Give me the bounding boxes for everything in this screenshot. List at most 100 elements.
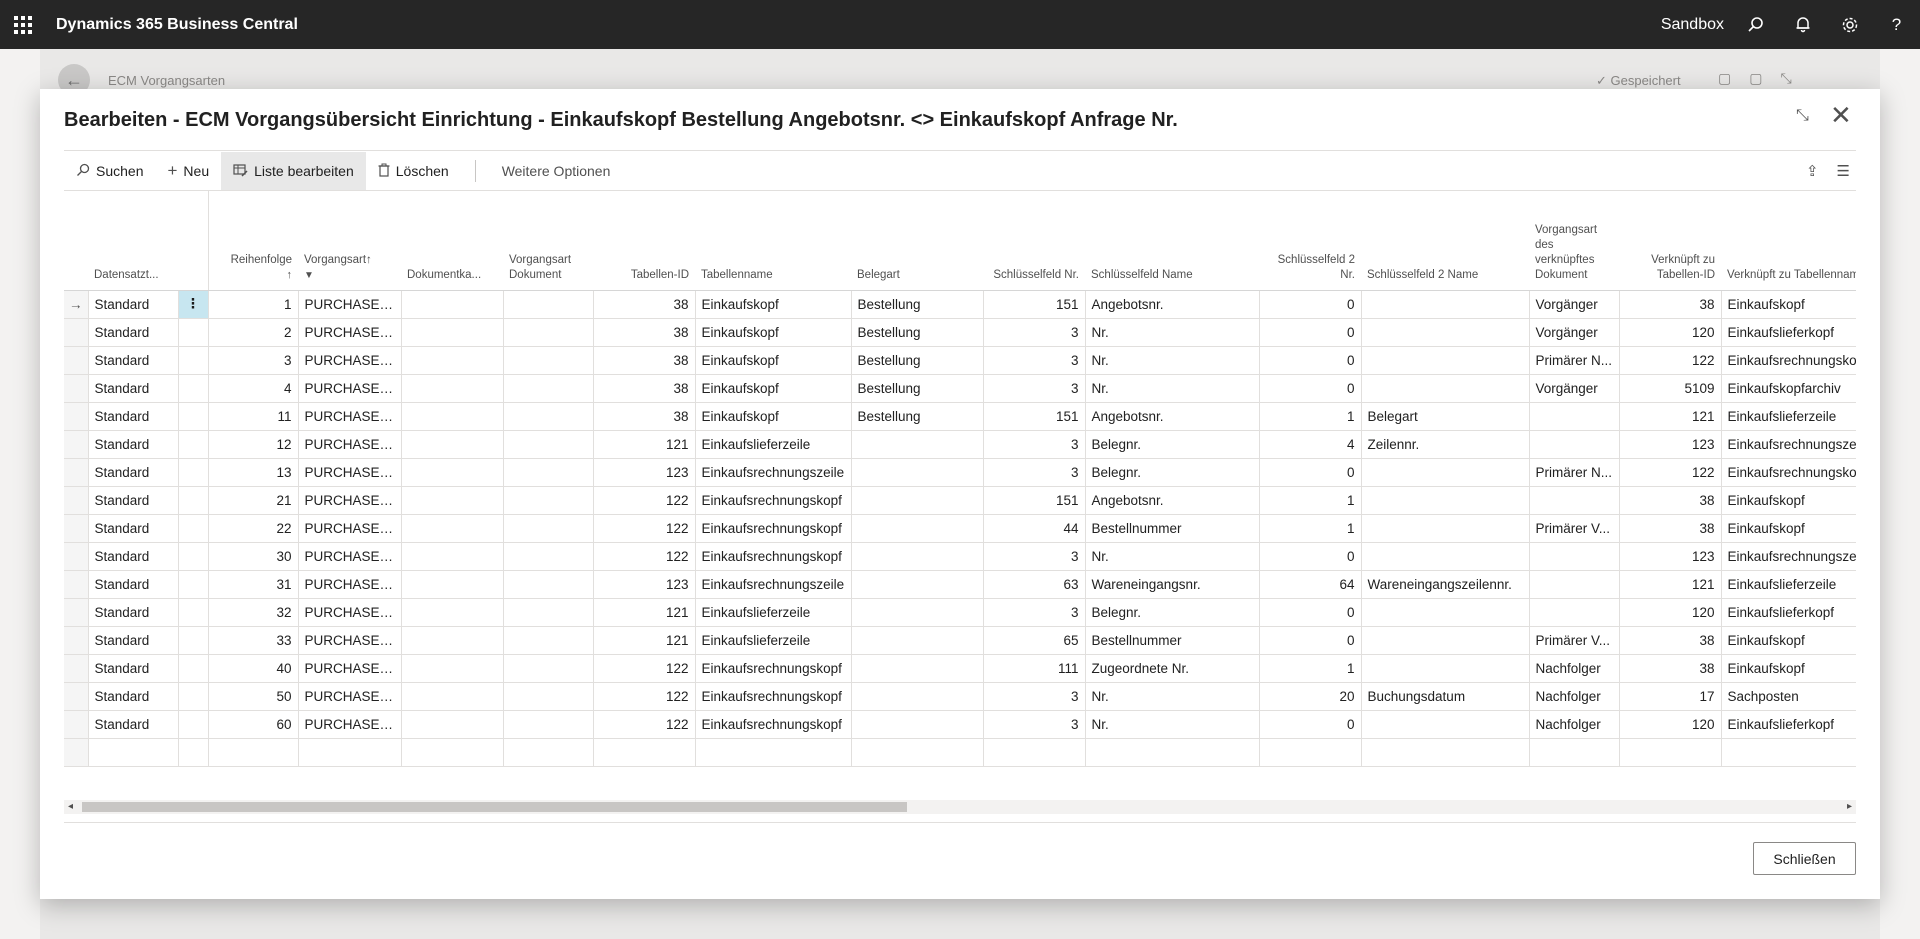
- cell-belegart[interactable]: Bestellung: [851, 290, 984, 319]
- list-view-icon[interactable]: ☰: [1837, 162, 1850, 180]
- cell-dokumentkategorie[interactable]: [401, 514, 504, 543]
- app-launcher-icon[interactable]: [0, 0, 46, 49]
- cell-vorgangsart-verknuepft[interactable]: Primärer V...: [1529, 626, 1620, 655]
- cell-verknuepft-tabellenname[interactable]: Einkaufskopf: [1721, 514, 1856, 543]
- cell-vorgangsart-dokument[interactable]: [503, 682, 594, 711]
- cell-schluesselfeld2-name[interactable]: [1361, 598, 1530, 627]
- cell-schluesselfeld2-name[interactable]: Belegart: [1361, 402, 1530, 431]
- cell-belegart[interactable]: Bestellung: [851, 374, 984, 403]
- col-header-vorgangsart-dokument[interactable]: Vorgangsart Dokument: [503, 191, 593, 291]
- cell-vorgangsart-verknuepft[interactable]: [1529, 430, 1620, 459]
- col-header-vorgangsart-verknuepft[interactable]: Vorgangsart des verknüpftes Dokument: [1529, 191, 1619, 291]
- cell-vorgangsart-dokument[interactable]: [503, 514, 594, 543]
- cell-vorgangsart-dokument[interactable]: [503, 458, 594, 487]
- col-header-vorgangsart[interactable]: Vorgangsart↑ ▼: [298, 191, 401, 291]
- cell-schluesselfeld2-nr[interactable]: 0: [1259, 318, 1362, 347]
- cell-vorgangsart-verknuepft[interactable]: Nachfolger: [1529, 682, 1620, 711]
- row-selector[interactable]: [64, 402, 89, 431]
- cell-schluesselfeld2-name[interactable]: [1361, 542, 1530, 571]
- col-header-schluesselfeld2-name[interactable]: Schlüsselfeld 2 Name: [1361, 191, 1529, 291]
- cell-row-menu[interactable]: [178, 346, 209, 375]
- cell-vorgangsart[interactable]: PURCHASE I...: [298, 402, 402, 431]
- cell-schluesselfeld2-nr[interactable]: 0: [1259, 710, 1362, 739]
- cell-belegart[interactable]: [851, 486, 984, 515]
- cell-vorgangsart-dokument[interactable]: [503, 570, 594, 599]
- cell-schluesselfeld-nr[interactable]: 3: [983, 598, 1086, 627]
- table-row[interactable]: Standard 40 PURCHASE I... 122 Einkaufsrechnu…: [64, 654, 1856, 683]
- cell-belegart[interactable]: [851, 654, 984, 683]
- cell-tabellen-id[interactable]: 38: [593, 318, 696, 347]
- cell-verknuepft-tabellen-id[interactable]: 38: [1619, 514, 1722, 543]
- cell-vorgangsart[interactable]: PURCHASE I...: [298, 430, 402, 459]
- cell-reihenfolge[interactable]: 11: [208, 402, 299, 431]
- table-row[interactable]: Standard 2 PURCHASE I... 38 Einkaufskopf Best…: [64, 318, 1856, 347]
- cell-tabellenname[interactable]: Einkaufskopf: [695, 374, 852, 403]
- cell-dokumentkategorie[interactable]: [401, 402, 504, 431]
- cell-datensatztyp[interactable]: Standard: [88, 598, 179, 627]
- cell-belegart[interactable]: [851, 430, 984, 459]
- row-selector[interactable]: [64, 626, 89, 655]
- col-header-belegart[interactable]: Belegart: [851, 191, 983, 291]
- cell-reihenfolge[interactable]: 33: [208, 626, 299, 655]
- cell-verknuepft-tabellen-id[interactable]: 38: [1619, 486, 1722, 515]
- cell-schluesselfeld-nr[interactable]: 3: [983, 374, 1086, 403]
- cell-schluesselfeld-name[interactable]: Bestellnummer: [1085, 626, 1260, 655]
- cell-schluesselfeld-name[interactable]: Nr.: [1085, 346, 1260, 375]
- new-entry-row[interactable]: [64, 738, 1856, 767]
- cell-datensatztyp[interactable]: Standard: [88, 710, 179, 739]
- empty-cell[interactable]: [983, 738, 1086, 767]
- cell-verknuepft-tabellen-id[interactable]: 121: [1619, 570, 1722, 599]
- cell-schluesselfeld2-name[interactable]: [1361, 486, 1530, 515]
- cell-schluesselfeld-name[interactable]: Wareneingangsnr.: [1085, 570, 1260, 599]
- cell-schluesselfeld2-nr[interactable]: 0: [1259, 542, 1362, 571]
- cell-schluesselfeld2-name[interactable]: [1361, 654, 1530, 683]
- cell-vorgangsart-dokument[interactable]: [503, 346, 594, 375]
- cell-tabellen-id[interactable]: 121: [593, 626, 696, 655]
- cell-schluesselfeld2-nr[interactable]: 1: [1259, 402, 1362, 431]
- cell-schluesselfeld2-name[interactable]: [1361, 318, 1530, 347]
- cell-reihenfolge[interactable]: 2: [208, 318, 299, 347]
- row-selector[interactable]: [64, 570, 89, 599]
- search-button[interactable]: Suchen: [64, 152, 155, 190]
- cell-schluesselfeld-nr[interactable]: 44: [983, 514, 1086, 543]
- cell-schluesselfeld-name[interactable]: Nr.: [1085, 682, 1260, 711]
- cell-tabellenname[interactable]: Einkaufsrechnungskopf: [695, 654, 852, 683]
- cell-schluesselfeld2-name[interactable]: [1361, 458, 1530, 487]
- cell-row-menu[interactable]: [178, 682, 209, 711]
- empty-cell[interactable]: [1619, 738, 1722, 767]
- current-row-arrow-icon[interactable]: →: [64, 290, 89, 319]
- table-row[interactable]: Standard 21 PURCHASE I... 122 Einkaufsrechnu…: [64, 486, 1856, 515]
- empty-cell[interactable]: [1259, 738, 1362, 767]
- cell-vorgangsart-dokument[interactable]: [503, 318, 594, 347]
- cell-tabellenname[interactable]: Einkaufsrechnungskopf: [695, 710, 852, 739]
- cell-vorgangsart-dokument[interactable]: [503, 626, 594, 655]
- cell-belegart[interactable]: [851, 598, 984, 627]
- col-header-schluesselfeld-name[interactable]: Schlüsselfeld Name: [1085, 191, 1259, 291]
- cell-schluesselfeld2-nr[interactable]: 64: [1259, 570, 1362, 599]
- cell-row-menu[interactable]: [178, 710, 209, 739]
- cell-vorgangsart[interactable]: PURCHASE I...: [298, 598, 402, 627]
- cell-vorgangsart[interactable]: PURCHASE I...: [298, 710, 402, 739]
- cell-vorgangsart[interactable]: PURCHASE I...: [298, 626, 402, 655]
- cell-vorgangsart-verknuepft[interactable]: Primärer N...: [1529, 346, 1620, 375]
- cell-tabellenname[interactable]: Einkaufskopf: [695, 290, 852, 319]
- row-selector[interactable]: [64, 542, 89, 571]
- cell-reihenfolge[interactable]: 1: [208, 290, 299, 319]
- cell-tabellenname[interactable]: Einkaufsrechnungskopf: [695, 486, 852, 515]
- cell-schluesselfeld-name[interactable]: Angebotsnr.: [1085, 486, 1260, 515]
- cell-reihenfolge[interactable]: 12: [208, 430, 299, 459]
- cell-vorgangsart[interactable]: PURCHASE I...: [298, 486, 402, 515]
- cell-schluesselfeld-nr[interactable]: 3: [983, 318, 1086, 347]
- empty-cell[interactable]: [593, 738, 696, 767]
- row-selector[interactable]: [64, 486, 89, 515]
- cell-dokumentkategorie[interactable]: [401, 318, 504, 347]
- table-row[interactable]: Standard 12 PURCHASE I... 121 Einkaufsliefer…: [64, 430, 1856, 459]
- cell-tabellenname[interactable]: Einkaufslieferzeile: [695, 598, 852, 627]
- cell-datensatztyp[interactable]: Standard: [88, 458, 179, 487]
- cell-tabellenname[interactable]: Einkaufskopf: [695, 346, 852, 375]
- cell-schluesselfeld2-nr[interactable]: 4: [1259, 430, 1362, 459]
- empty-cell[interactable]: [851, 738, 984, 767]
- cell-tabellen-id[interactable]: 122: [593, 486, 696, 515]
- cell-verknuepft-tabellenname[interactable]: Einkaufslieferkopf: [1721, 598, 1856, 627]
- cell-verknuepft-tabellen-id[interactable]: 38: [1619, 290, 1722, 319]
